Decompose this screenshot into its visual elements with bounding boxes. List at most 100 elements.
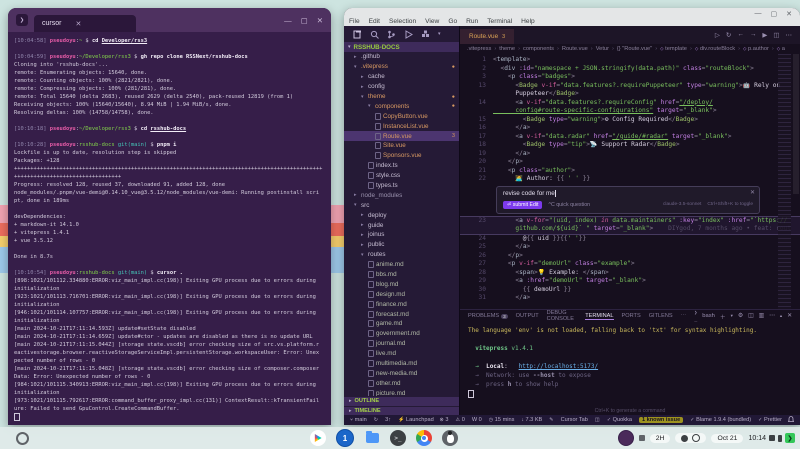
breadcrumb-item[interactable]: .vitepress [467,46,491,52]
breadcrumb-item[interactable]: div.routeBlock [695,46,735,52]
code-editor[interactable]: 1<template>2 <div :id="namespace + JSON.… [460,54,800,309]
linux-penguin-icon[interactable] [442,430,458,446]
split-panel-icon[interactable]: ◫ [748,313,753,319]
editor-action-icon--[interactable]: → [750,31,757,39]
source-control-icon[interactable] [387,30,396,39]
breadcrumb-item[interactable]: Route.vue [562,46,588,52]
panel-tab-problems[interactable]: PROBLEMS3 [468,313,508,319]
breadcrumb-item[interactable]: Vetur [596,46,609,52]
cursor-inline-chat[interactable]: revise code for me ⏎ submit Edit ^C quic… [496,186,760,214]
tree-item-journal.md[interactable]: journal.md [344,339,459,349]
tree-item-public[interactable]: ▸public [344,240,459,250]
tree-item-.vitepress[interactable]: ▾.vitepress● [344,62,459,72]
tree-item-CopyButton.vue[interactable]: CopyButton.vue [344,111,459,121]
status-item-w-counter[interactable]: W 0 [472,417,482,423]
close-icon[interactable]: ✕ [750,189,755,196]
tree-item-cache[interactable]: ▸cache [344,72,459,82]
tree-item-blog.md[interactable]: blog.md [344,279,459,289]
tree-item-Site.vue[interactable]: Site.vue [344,141,459,151]
tree-item-config[interactable]: ▸config [344,82,459,92]
outline-section[interactable]: ▸ OUTLINE [344,397,459,406]
close-panel-icon[interactable]: ✕ [787,313,792,319]
status-item-edit[interactable]: ✎ [549,417,553,423]
extensions-icon[interactable] [421,30,430,39]
chrome-icon[interactable] [416,430,432,446]
breadcrumb-item[interactable]: p.author [743,46,769,52]
tab-close-icon[interactable]: ✕ [75,20,81,28]
tree-item-InstanceList.vue[interactable]: InstanceList.vue [344,121,459,131]
status-item-network[interactable]: ↓7.3 KB [521,417,542,423]
new-terminal-icon[interactable]: ＋ [720,312,726,321]
status-item-git-sync[interactable]: ↻ [374,417,378,423]
date-pill[interactable]: Oct 21 [711,434,743,443]
panel-tab-terminal[interactable]: TERMINAL [585,313,613,320]
maximize-icon[interactable]: ▢ [771,10,778,18]
tree-item-anime.md[interactable]: anime.md [344,260,459,270]
tree-item-index.ts[interactable]: index.ts [344,161,459,171]
status-item-time-tracker[interactable]: ◷15 mins [489,417,515,423]
menu-item-help[interactable]: Help [521,18,535,25]
panel-tab-gitlens[interactable]: GITLENS [649,313,673,319]
status-item-launchpad[interactable]: ⚡Launchpad [398,417,434,423]
avatar[interactable] [618,430,634,446]
integrated-terminal[interactable]: The language 'env' is not loaded, fallin… [460,322,800,415]
close-icon[interactable]: ✕ [317,16,323,25]
workspace-header[interactable]: ▾ RSSHUB-DOCS [344,42,459,52]
terminal-app-icon[interactable]: >_ [390,430,406,446]
terminal-titlebar[interactable]: ❯ cursor ✕ — ▢ ✕ [8,8,331,32]
tree-item-node_modules[interactable]: ▸node_modules [344,190,459,200]
tree-item-government.md[interactable]: government.md [344,329,459,339]
menu-item-view[interactable]: View [425,18,439,25]
editor-action-icon--[interactable]: ← [737,31,744,39]
tree-item-joinus[interactable]: ▸joinus [344,230,459,240]
minimize-icon[interactable]: — [284,16,292,25]
settings-gear-icon[interactable]: ⚙ [738,313,743,319]
tree-item-new-media.md[interactable]: new-media.md [344,369,459,379]
chat-input[interactable]: revise code for me [503,190,555,197]
tree-item-picture.md[interactable]: picture.md [344,388,459,396]
menu-item-file[interactable]: File [349,18,360,25]
tree-item-design.md[interactable]: design.md [344,289,459,299]
tree-item-other.md[interactable]: other.md [344,378,459,388]
tree-item-.github[interactable]: ▸.github [344,52,459,62]
editor-action-icon--[interactable]: ▶ [762,31,767,39]
maximize-icon[interactable]: ▢ [301,16,308,25]
terminal-tab[interactable]: cursor ✕ [34,15,136,32]
editor-scrollbar[interactable] [791,54,800,309]
search-icon[interactable] [370,30,379,39]
1password-icon[interactable]: 1 [336,429,354,447]
editor-action-icon--[interactable]: ▷ [715,31,720,39]
tree-item-multimedia.md[interactable]: multimedia.md [344,359,459,369]
submit-edit-button[interactable]: ⏎ submit Edit [503,201,542,209]
tree-item-Route.vue[interactable]: Route.vue3 [344,131,459,141]
tree-item-types.ts[interactable]: types.ts [344,181,459,191]
tree-item-components[interactable]: ▾components● [344,101,459,111]
terminal-output[interactable]: [10:04:58] pseudoyu:~ $ cd Developer/rss… [8,32,331,426]
tree-item-game.md[interactable]: game.md [344,319,459,329]
status-item-gitblame[interactable]: ✓Blame 1.9.4 (bundled) [690,417,751,423]
chevron-down-icon[interactable]: ▾ [438,31,441,37]
notifications-bell-icon[interactable] [788,416,794,425]
menu-item-run[interactable]: Run [466,18,478,25]
status-item-git-branch[interactable]: ⑂main [350,417,367,423]
breadcrumb-item[interactable]: template [660,46,687,52]
menu-item-terminal[interactable]: Terminal [487,18,512,25]
play-store-icon[interactable] [310,430,326,446]
breadcrumb-item[interactable]: a [777,46,785,52]
minimap[interactable] [778,54,791,309]
status-area[interactable]: 10:14 ❯ [748,433,795,443]
minimize-icon[interactable]: — [755,10,762,18]
breadcrumb-item[interactable]: components [523,46,554,52]
files-app-icon[interactable] [364,430,380,446]
shell-label[interactable]: bash [702,313,715,319]
more-actions-icon[interactable]: ⋯ [769,313,775,319]
status-item-prettier[interactable]: ✓Prettier [758,417,782,423]
editor-action-icon--[interactable]: ◫ [773,31,779,39]
files-icon[interactable] [353,30,362,39]
timeline-section[interactable]: ▸ TIMELINE [344,407,459,416]
status-item-quokka[interactable]: ✓Quokka [607,417,632,423]
vscode-titlebar[interactable]: FileEditSelectionViewGoRunTerminalHelp —… [344,8,800,26]
status-pill[interactable] [675,433,706,443]
tree-item-live.md[interactable]: live.md [344,349,459,359]
status-item-warnings[interactable]: ⚠0 [456,417,465,423]
